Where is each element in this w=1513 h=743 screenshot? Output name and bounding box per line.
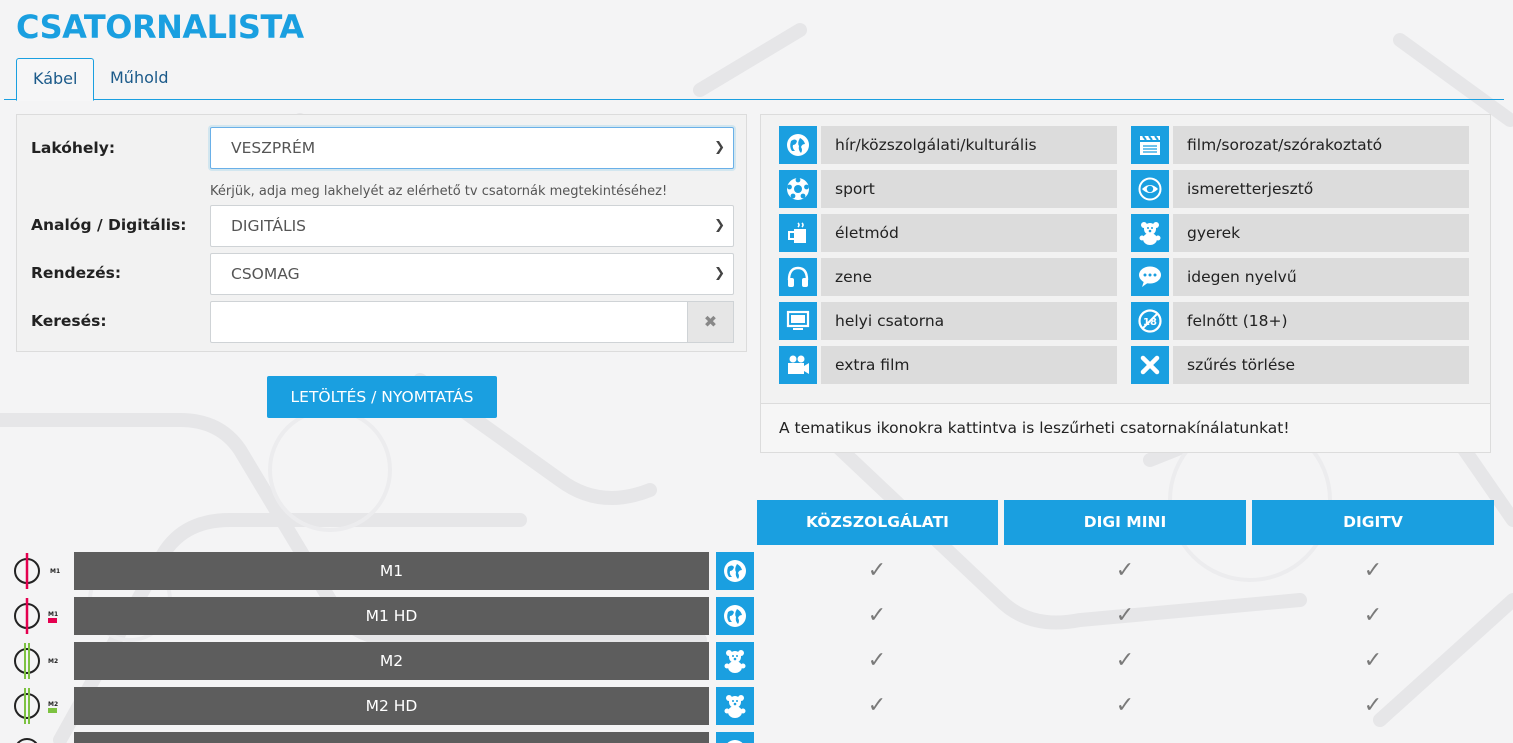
tab-bar: Kábel Műhold (4, 58, 1504, 101)
location-select[interactable]: VESZPRÉM ❯ (210, 127, 734, 169)
logo-text: M2 (48, 701, 58, 708)
headphones-icon (779, 258, 817, 296)
legend-label: gyerek (1173, 214, 1469, 252)
globe-icon (779, 126, 817, 164)
logo-text: M2 (48, 658, 58, 665)
check-digi-mini: ✓ (1115, 693, 1135, 718)
svg-text:18: 18 (1143, 317, 1157, 328)
close-icon: ✖ (703, 312, 718, 331)
type-value: DIGITÁLIS (231, 217, 307, 235)
legend-label: helyi csatorna (821, 302, 1117, 340)
check-kozszolgalati: ✓ (867, 603, 887, 628)
column-header-kozszolgalati: KÖZSZOLGÁLATI (757, 500, 998, 545)
globe-icon[interactable] (716, 552, 754, 590)
tab-kabel[interactable]: Kábel (16, 58, 95, 101)
location-label: Lakóhely: (31, 139, 116, 157)
location-row: Lakóhely: VESZPRÉM ❯ Kérjük, adja meg la… (17, 127, 746, 217)
legend-note: A tematikus ikonokra kattintva is leszűr… (761, 403, 1490, 452)
channel-name[interactable] (74, 732, 709, 743)
type-select[interactable]: DIGITÁLIS ❯ (210, 205, 734, 247)
sort-row: Rendezés: CSOMAG ❯ (17, 253, 746, 295)
check-digi-mini: ✓ (1115, 558, 1135, 583)
legend-label: szűrés törlése (1173, 346, 1469, 384)
clear-search-button[interactable]: ✖ (687, 301, 734, 343)
m1-logo: M1 (12, 551, 62, 591)
check-kozszolgalati: ✓ (857, 731, 897, 743)
search-label: Keresés: (31, 312, 107, 330)
sort-label: Rendezés: (31, 264, 122, 282)
channel-logo (12, 731, 62, 743)
legend-label: felnőtt (18+) (1173, 302, 1469, 340)
filter-form: Lakóhely: VESZPRÉM ❯ Kérjük, adja meg la… (16, 114, 747, 352)
check-kozszolgalati: ✓ (867, 648, 887, 673)
page-title: CSATORNALISTA (16, 8, 304, 46)
chevron-down-icon: ❯ (714, 140, 725, 155)
channel-row: M2 M2 ✓ ✓ ✓ (0, 641, 1513, 681)
tab-muhold[interactable]: Műhold (94, 58, 184, 100)
eye-icon (1131, 170, 1169, 208)
check-digi-mini: ✓ (1105, 731, 1145, 743)
legend-label: sport (821, 170, 1117, 208)
check-digitv: ✓ (1363, 603, 1383, 628)
logo-text: M1 (50, 568, 60, 575)
search-row: Keresés: ✖ (17, 301, 746, 343)
legend-label: extra film (821, 346, 1117, 384)
channel-row: M2 M2 HD ✓ ✓ ✓ (0, 686, 1513, 726)
channel-name[interactable]: M2 (74, 642, 709, 680)
speech-bubble-icon (1131, 258, 1169, 296)
channel-name[interactable]: M2 HD (74, 687, 709, 725)
clapperboard-icon (1131, 126, 1169, 164)
type-row: Analóg / Digitális: DIGITÁLIS ❯ (17, 205, 746, 247)
legend-label: hír/közszolgálati/kulturális (821, 126, 1117, 164)
close-icon (1131, 346, 1169, 384)
location-hint: Kérjük, adja meg lakhelyét az elérhető t… (210, 184, 668, 199)
check-kozszolgalati: ✓ (867, 693, 887, 718)
legend-label: film/sorozat/szórakoztató (1173, 126, 1469, 164)
check-kozszolgalati: ✓ (867, 558, 887, 583)
chevron-down-icon: ❯ (714, 266, 725, 281)
check-digitv: ✓ (1363, 558, 1383, 583)
channel-row: M1 M1 HD ✓ ✓ ✓ (0, 596, 1513, 636)
m2-logo: M2 (12, 641, 62, 681)
ball-icon (779, 170, 817, 208)
check-digitv: ✓ (1353, 731, 1393, 743)
column-header-digitv: DIGITV (1252, 500, 1494, 545)
channel-name[interactable]: M1 HD (74, 597, 709, 635)
channel-row: ✓ ✓ ✓ (0, 731, 1513, 743)
download-print-button[interactable]: LETÖLTÉS / NYOMTATÁS (267, 376, 497, 418)
legend-label: ismeretterjesztő (1173, 170, 1469, 208)
logo-text: M1 (48, 611, 58, 618)
type-label: Analóg / Digitális: (31, 216, 187, 234)
m1-hd-logo: M1 (12, 596, 62, 636)
chevron-down-icon: ❯ (714, 218, 725, 233)
video-camera-icon (779, 346, 817, 384)
legend-label: életmód (821, 214, 1117, 252)
channel-row: M1 M1 ✓ ✓ ✓ (0, 551, 1513, 591)
channel-name[interactable]: M1 (74, 552, 709, 590)
globe-icon[interactable] (716, 732, 754, 743)
globe-icon[interactable] (716, 597, 754, 635)
monitor-icon (779, 302, 817, 340)
column-header-digi-mini: DIGI MINI (1004, 500, 1246, 545)
sort-value: CSOMAG (231, 265, 300, 283)
location-value: VESZPRÉM (231, 139, 316, 157)
search-input[interactable] (210, 301, 688, 343)
check-digitv: ✓ (1363, 693, 1383, 718)
check-digi-mini: ✓ (1115, 603, 1135, 628)
sort-select[interactable]: CSOMAG ❯ (210, 253, 734, 295)
eighteen-plus-icon: 18 (1131, 302, 1169, 340)
m2-hd-logo: M2 (12, 686, 62, 726)
teddy-bear-icon[interactable] (716, 687, 754, 725)
legend-label: zene (821, 258, 1117, 296)
mug-icon (779, 214, 817, 252)
teddy-bear-icon (1131, 214, 1169, 252)
category-legend: hír/közszolgálati/kulturális film/soroza… (760, 114, 1491, 453)
legend-label: idegen nyelvű (1173, 258, 1469, 296)
check-digi-mini: ✓ (1115, 648, 1135, 673)
teddy-bear-icon[interactable] (716, 642, 754, 680)
check-digitv: ✓ (1363, 648, 1383, 673)
